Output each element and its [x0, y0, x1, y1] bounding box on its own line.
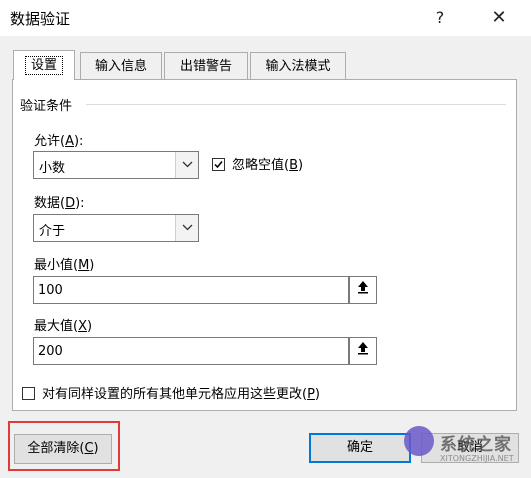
allow-select[interactable]: 小数	[33, 151, 199, 179]
ignore-blank-checkbox[interactable]	[212, 158, 225, 171]
check-icon	[214, 161, 223, 169]
chevron-down-icon[interactable]	[175, 215, 198, 241]
max-value-input[interactable]	[34, 338, 334, 364]
max-label: 最大值(X)	[34, 319, 93, 334]
chevron-down-icon[interactable]	[175, 152, 198, 178]
min-value-input[interactable]	[34, 277, 334, 303]
watermark-subtext: XITONGZHIJIA.NET	[440, 454, 514, 463]
apply-all-checkbox[interactable]	[22, 387, 35, 400]
close-button[interactable]: ✕	[484, 5, 514, 31]
tab-settings[interactable]: 设置	[13, 50, 75, 80]
allow-label: 允许(A):	[34, 134, 84, 149]
min-range-select-button[interactable]	[349, 276, 377, 304]
watermark-logo-icon	[404, 426, 434, 456]
data-select[interactable]: 介于	[33, 214, 199, 242]
max-range-select-button[interactable]	[349, 337, 377, 365]
title-bar: 数据验证 ? ✕	[0, 0, 531, 36]
validation-group-label: 验证条件	[20, 99, 73, 114]
min-value-field[interactable]	[33, 276, 349, 304]
ok-button[interactable]: 确定	[309, 433, 411, 463]
group-divider	[86, 104, 506, 105]
data-select-value: 介于	[39, 224, 66, 239]
watermark-text: 系统之家	[440, 435, 512, 455]
apply-all-label: 对有同样设置的所有其他单元格应用这些更改(P)	[42, 387, 320, 402]
watermark: 系统之家 XITONGZHIJIA.NET	[404, 426, 528, 470]
window-title: 数据验证	[10, 10, 71, 28]
allow-select-value: 小数	[39, 161, 66, 176]
tab-error-alert[interactable]: 出错警告	[164, 52, 248, 79]
min-label: 最小值(M)	[34, 258, 95, 273]
tab-settings-label: 设置	[24, 56, 63, 75]
data-label: 数据(D):	[34, 196, 85, 211]
highlight-box	[8, 421, 120, 471]
tab-ime-mode[interactable]: 输入法模式	[250, 52, 346, 79]
range-select-icon	[358, 281, 368, 294]
tab-input-message[interactable]: 输入信息	[80, 52, 162, 79]
max-value-field[interactable]	[33, 337, 349, 365]
range-select-icon	[358, 342, 368, 355]
help-button[interactable]: ?	[425, 5, 455, 31]
ignore-blank-label: 忽略空值(B)	[232, 158, 304, 173]
